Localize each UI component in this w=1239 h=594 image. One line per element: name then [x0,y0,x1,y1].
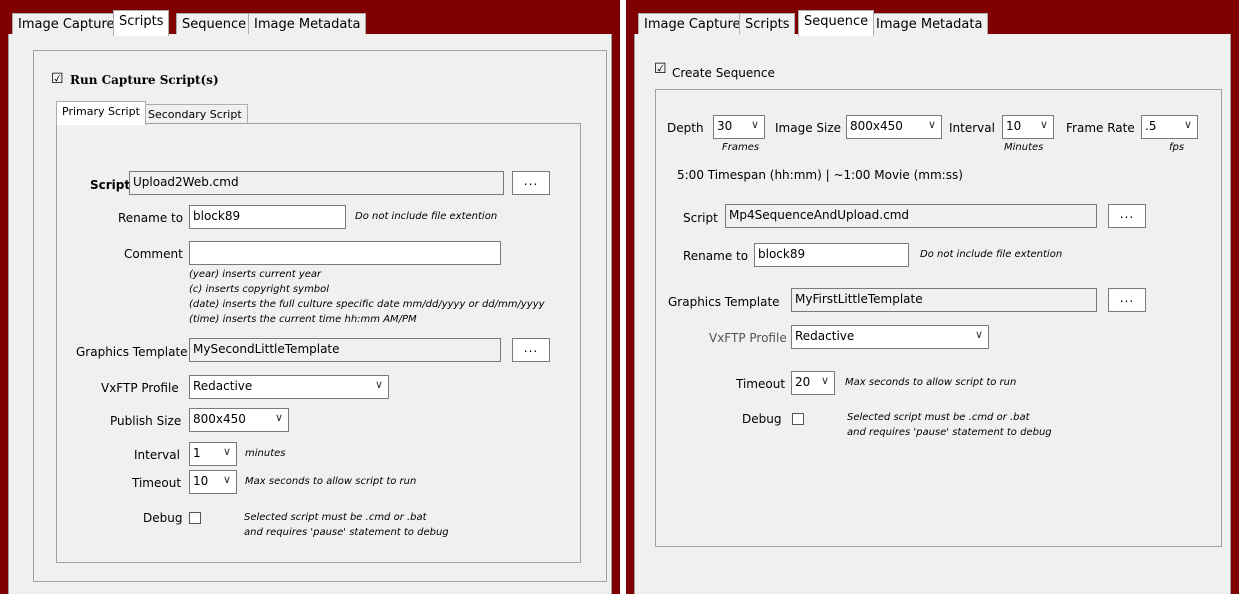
chevron-down-icon: ∨ [1183,118,1192,131]
template-label: Graphics Template [76,345,188,359]
chevron-down-icon: ∨ [1039,118,1048,131]
scripts-group: ☑ Run Capture Script(s) Primary Script S… [33,50,607,582]
timespan-readout: 5:00 Timespan (hh:mm) | ~1:00 Movie (mm:… [677,168,963,182]
create-sequence-label: Create Sequence [672,66,775,80]
debug-hint-2: and requires 'pause' statement to debug [847,427,1052,438]
interval-label: Interval [949,121,995,135]
timeout-value: 20 [795,375,811,389]
debug-hint-1: Selected script must be .cmd or .bat [244,512,427,523]
interval-label: Interval [134,448,180,462]
vxftp-select[interactable]: Redactive ∨ [791,325,989,349]
left-window: Image Capture Scripts Sequence Image Met… [0,0,620,594]
run-capture-checkbox[interactable]: ☑ [51,72,64,86]
timeout-label: Timeout [736,377,786,391]
vxftp-value: Redactive [193,379,253,393]
chevron-down-icon: ∨ [820,374,829,387]
depth-unit: Frames [722,142,760,153]
comment-label: Comment [124,247,183,261]
timeout-hint: Max seconds to allow script to run [845,377,1017,388]
rename-label: Rename to [118,211,184,225]
vxftp-value: Redactive [795,329,855,343]
debug-label: Debug [143,511,183,525]
tab-image-metadata[interactable]: Image Metadata [870,13,989,35]
timeout-hint: Max seconds to allow script to run [245,476,417,487]
depth-value: 30 [717,119,733,133]
interval-unit: Minutes [1004,142,1044,153]
debug-label: Debug [742,412,782,426]
image-size-select[interactable]: 800x450 ∨ [846,115,942,139]
debug-hint-2: and requires 'pause' statement to debug [244,527,449,538]
publish-size-value: 800x450 [193,412,246,426]
rename-hint: Do not include file extention [920,249,1063,260]
timeout-value: 10 [193,474,209,488]
interval-value: 1 [193,446,201,460]
chevron-down-icon: ∨ [274,411,283,424]
rename-label: Rename to [683,249,749,263]
rename-field[interactable]: block89 [189,205,346,229]
comment-hint-date: (date) inserts the full culture specific… [189,299,545,310]
template-field[interactable]: MyFirstLittleTemplate [791,288,1097,312]
debug-hint-1: Selected script must be .cmd or .bat [847,412,1030,423]
publish-size-select[interactable]: 800x450 ∨ [189,408,289,432]
template-browse-button[interactable]: ... [1108,288,1146,312]
depth-label: Depth [667,121,704,135]
timeout-label: Timeout [132,476,182,490]
tab-sequence[interactable]: Sequence [798,10,875,36]
sequence-page: ☑ Create Sequence Depth 30 ∨ Frames Image… [634,34,1231,594]
tab-primary-script[interactable]: Primary Script [56,101,146,125]
interval-hint: minutes [245,448,286,459]
chevron-down-icon: ∨ [222,473,231,486]
frame-rate-value: .5 [1145,119,1157,133]
vxftp-select[interactable]: Redactive ∨ [189,375,389,399]
rename-field[interactable]: block89 [754,243,909,267]
image-size-label: Image Size [775,121,842,135]
sequence-group: Depth 30 ∨ Frames Image Size 800x450 ∨ Int… [655,89,1222,547]
rename-hint: Do not include file extention [355,211,498,222]
comment-hint-time: (time) inserts the current time hh:mm AM… [189,314,417,325]
script-browse-button[interactable]: ... [1108,204,1146,228]
script-browse-button[interactable]: ... [512,171,550,195]
depth-select[interactable]: 30 ∨ [713,115,765,139]
script-label: Script [90,178,131,192]
frame-rate-unit: fps [1169,142,1185,153]
template-browse-button[interactable]: ... [512,338,550,362]
image-size-value: 800x450 [850,119,903,133]
debug-checkbox[interactable] [792,413,804,425]
comment-hint-year: (year) inserts current year [189,269,322,280]
interval-value: 10 [1006,119,1022,133]
chevron-down-icon: ∨ [974,328,983,341]
script-field[interactable]: Upload2Web.cmd [129,171,504,195]
interval-select[interactable]: 1 ∨ [189,442,237,466]
template-label: Graphics Template [668,295,780,309]
create-sequence-checkbox[interactable]: ☑ [654,62,667,76]
run-capture-label: Run Capture Script(s) [70,73,219,87]
right-window: Image Capture Scripts Sequence Image Met… [626,0,1239,594]
vxftp-label: VxFTP Profile [101,381,179,395]
comment-hint-copyright: (c) inserts copyright symbol [189,284,330,295]
frame-rate-label: Frame Rate [1066,121,1135,135]
frame-rate-select[interactable]: .5 ∨ [1141,115,1198,139]
timeout-select[interactable]: 20 ∨ [791,371,835,395]
tab-sequence[interactable]: Sequence [176,13,253,35]
tab-scripts[interactable]: Scripts [113,10,170,36]
chevron-down-icon: ∨ [750,118,759,131]
tab-image-capture[interactable]: Image Capture [12,13,121,35]
tab-scripts[interactable]: Scripts [739,13,796,35]
scripts-page: ☑ Run Capture Script(s) Primary Script S… [8,34,612,594]
vxftp-label: VxFTP Profile [709,331,787,345]
script-field[interactable]: Mp4SequenceAndUpload.cmd [725,204,1097,228]
debug-checkbox[interactable] [189,512,201,524]
template-field[interactable]: MySecondLittleTemplate [189,338,501,362]
chevron-down-icon: ∨ [374,378,383,391]
tab-image-metadata[interactable]: Image Metadata [248,13,367,35]
interval-select[interactable]: 10 ∨ [1002,115,1054,139]
publish-size-label: Publish Size [110,414,182,428]
tab-image-capture[interactable]: Image Capture [638,13,747,35]
chevron-down-icon: ∨ [222,445,231,458]
script-label: Script [683,211,718,225]
chevron-down-icon: ∨ [927,118,936,131]
timeout-select[interactable]: 10 ∨ [189,470,237,494]
comment-field[interactable] [189,241,501,265]
